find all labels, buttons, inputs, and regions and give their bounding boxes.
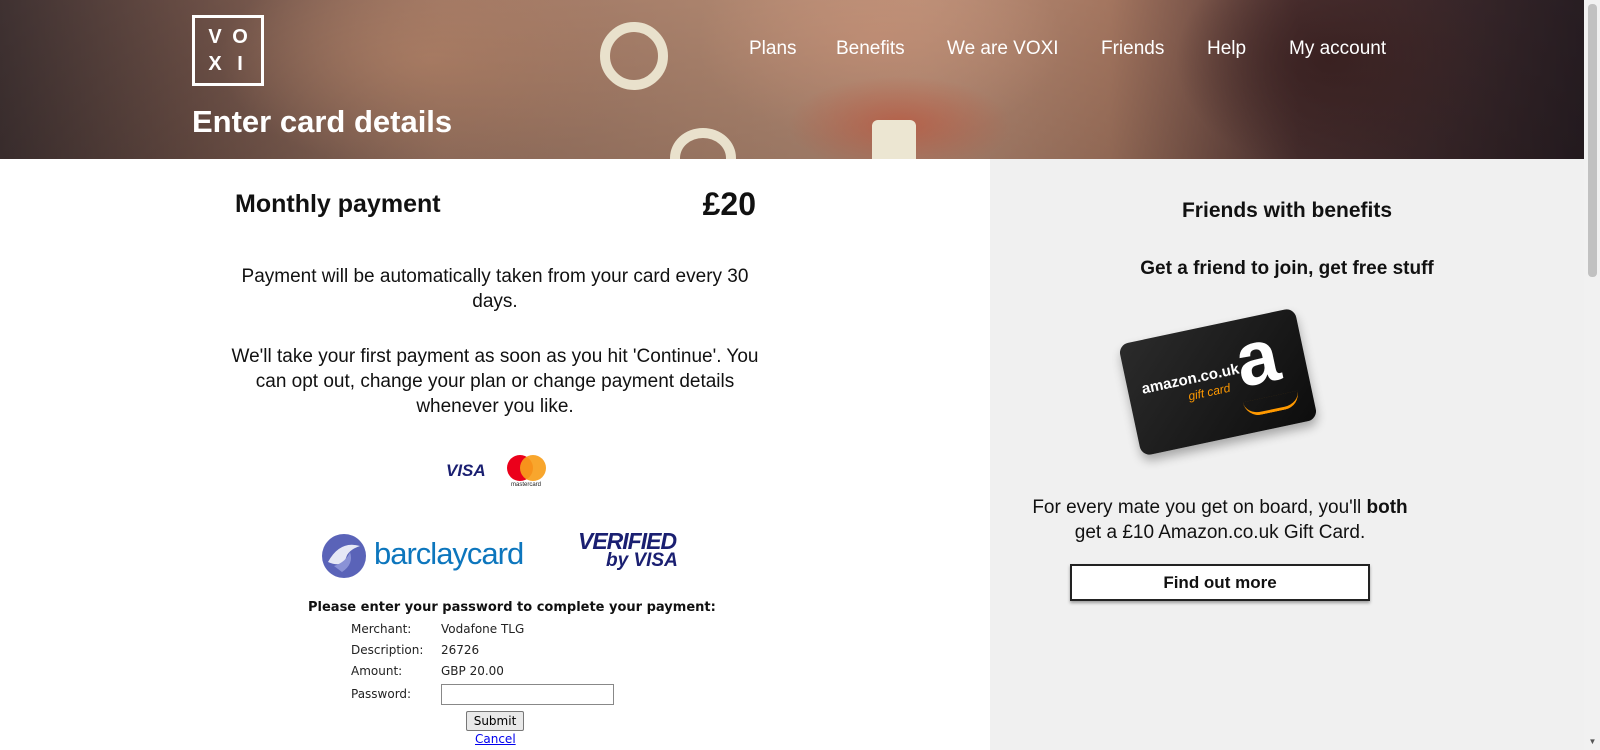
- scrollbar-thumb[interactable]: [1588, 4, 1597, 277]
- password-label: Password:: [351, 687, 412, 701]
- barclaycard-eagle-icon: [322, 534, 366, 578]
- sidebar-body-suffix: get a £10 Amazon.co.uk Gift Card.: [1074, 522, 1366, 543]
- sidebar-title: Friends with benefits: [1181, 199, 1393, 222]
- payment-panel: [0, 159, 990, 750]
- description-value: 26726: [441, 643, 480, 657]
- merchant-value: Vodafone TLG: [441, 622, 525, 636]
- mastercard-wordmark: mastercard: [510, 482, 541, 488]
- nav-my-account[interactable]: My account: [1289, 38, 1386, 60]
- merchant-row: Merchant: Vodafone TLG: [351, 622, 524, 636]
- hero-tube-decoration: [872, 120, 916, 159]
- amazon-a-icon: a: [1227, 311, 1287, 404]
- password-row: Password:: [351, 687, 441, 701]
- cancel-link[interactable]: Cancel: [475, 732, 516, 746]
- mastercard-orange-circle: [520, 455, 546, 481]
- amount-label: Amount:: [351, 664, 403, 678]
- sidebar-body: For every mate you get on board, you'll …: [1030, 495, 1410, 545]
- barclaycard-logo: barclaycard: [374, 536, 524, 571]
- nav-help[interactable]: Help: [1207, 38, 1246, 60]
- nav-benefits[interactable]: Benefits: [836, 38, 905, 60]
- amount-row: Amount: GBP 20.00: [351, 664, 504, 678]
- description-label: Description:: [351, 643, 424, 657]
- monthly-payment-amount: £20: [702, 186, 756, 222]
- visa-logo: VISA: [446, 461, 486, 480]
- sidebar-body-prefix: For every mate you get on board, you'll: [1032, 497, 1367, 518]
- description-row: Description: 26726: [351, 643, 479, 657]
- nav-we-are-voxi[interactable]: We are VOXI: [947, 38, 1059, 60]
- sidebar-subtitle: Get a friend to join, get free stuff: [1140, 258, 1434, 279]
- page-title: Enter card details: [192, 104, 453, 139]
- main-nav: Plans Benefits We are VOXI Friends Help …: [0, 38, 1584, 68]
- password-prompt: Please enter your password to complete y…: [308, 600, 716, 615]
- payment-info-first: We'll take your first payment as soon as…: [231, 346, 759, 417]
- nav-friends[interactable]: Friends: [1101, 38, 1164, 60]
- vbv-verified-text: VERIFIED: [578, 528, 677, 554]
- payment-info-auto: Payment will be automatically taken from…: [241, 266, 749, 312]
- verified-by-visa-logo: VERIFIED by VISA: [578, 528, 678, 571]
- scroll-down-arrow-icon[interactable]: ▼: [1588, 738, 1597, 746]
- amount-value: GBP 20.00: [441, 664, 504, 678]
- password-field[interactable]: [441, 684, 614, 705]
- nav-plans[interactable]: Plans: [749, 38, 797, 60]
- submit-button[interactable]: Submit: [466, 711, 524, 731]
- friends-sidebar: [990, 159, 1584, 750]
- merchant-label: Merchant:: [351, 622, 412, 636]
- mastercard-logo: mastercard: [505, 455, 547, 489]
- hero-banner: V O X I Plans Benefits We are VOXI Frien…: [0, 0, 1584, 159]
- vbv-by-visa-text: by VISA: [606, 550, 678, 571]
- sidebar-body-bold: both: [1366, 497, 1408, 518]
- monthly-payment-label: Monthly payment: [235, 190, 441, 218]
- find-out-more-button[interactable]: Find out more: [1070, 564, 1370, 601]
